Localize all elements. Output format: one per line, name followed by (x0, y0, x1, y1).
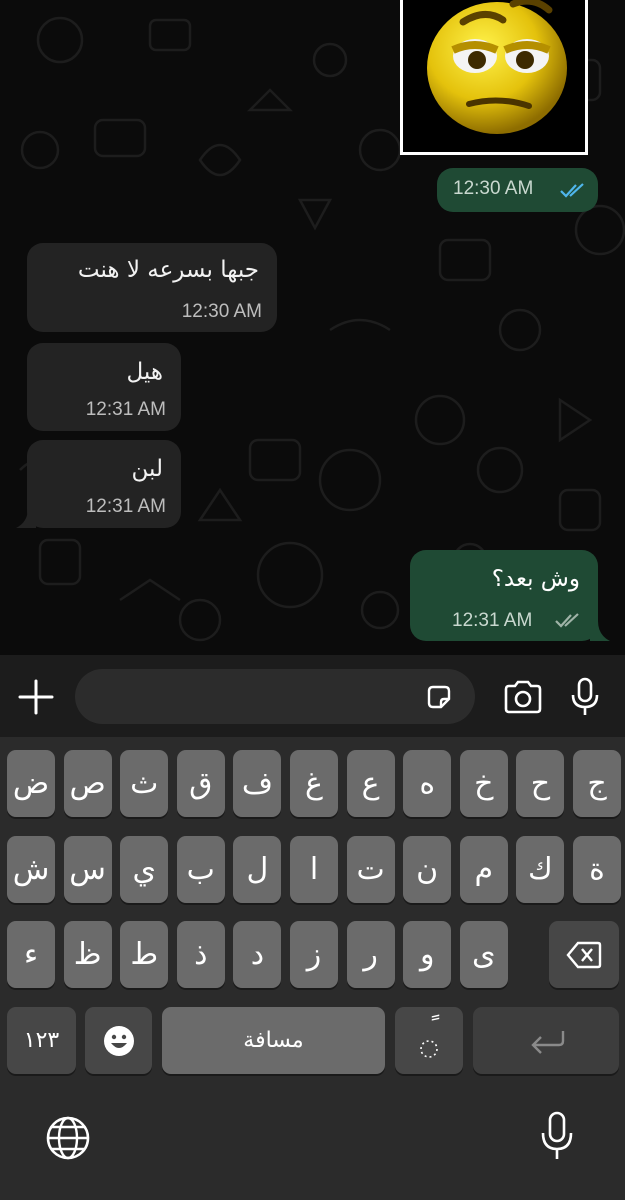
tanween-key-dotted-circle (420, 1039, 438, 1058)
key[interactable]: و (403, 921, 452, 988)
message-text: جبها بسرعه لا هنت (77, 257, 259, 283)
key[interactable]: ت (346, 836, 395, 903)
key[interactable]: ب (176, 836, 225, 903)
key[interactable]: ا (290, 836, 338, 903)
arabic-keyboard: ضصثقفغعهخحج شسيبلاتنمكة ءظطذدزروى ١٢٣ مس… (0, 737, 625, 1200)
key[interactable]: ح (516, 750, 565, 817)
space-key-label: مسافة (243, 1028, 304, 1053)
key[interactable]: خ (459, 750, 508, 817)
emoji-key[interactable] (85, 1007, 152, 1074)
key[interactable]: س (63, 836, 112, 903)
numbers-key[interactable]: ١٢٣ (7, 1007, 76, 1074)
plus-icon[interactable] (18, 679, 54, 715)
message-input-bar (0, 655, 625, 737)
message-time: 12:30 AM (181, 301, 262, 322)
key[interactable]: ة (573, 836, 621, 903)
key[interactable]: ي (120, 836, 169, 903)
key[interactable]: ء (7, 921, 55, 988)
key[interactable]: ه (403, 750, 452, 817)
message-time: 12:30 AM (453, 178, 534, 199)
key[interactable]: ن (403, 836, 452, 903)
message-text: وش بعد؟ (491, 566, 580, 592)
space-key[interactable]: مسافة (162, 1007, 385, 1074)
incoming-message[interactable]: هيل 12:31 AM (27, 343, 181, 431)
chat-area[interactable]: 12:30 AM جبها بسرعه لا هنت 12:30 AM هيل … (0, 0, 625, 655)
backspace-key[interactable] (549, 921, 619, 988)
emoji-icon (103, 1025, 134, 1056)
incoming-message[interactable]: لبن 12:31 AM (27, 440, 181, 528)
tanween-key[interactable]: ً (395, 1007, 463, 1074)
return-icon (531, 1030, 565, 1054)
key[interactable]: ع (346, 750, 395, 817)
key[interactable]: ر (346, 921, 395, 988)
message-time: 12:31 AM (452, 610, 533, 631)
message-text-field[interactable] (75, 669, 475, 724)
return-key[interactable] (473, 1007, 619, 1074)
sticker-icon[interactable] (425, 683, 453, 711)
delivered-receipt-icon (555, 613, 579, 628)
read-receipt-icon (560, 183, 584, 198)
incoming-message[interactable]: جبها بسرعه لا هنت 12:30 AM (27, 243, 277, 332)
message-time: 12:31 AM (85, 496, 166, 517)
key[interactable]: غ (290, 750, 338, 817)
outgoing-message[interactable]: وش بعد؟ 12:31 AM (410, 550, 598, 641)
camera-icon[interactable] (503, 680, 543, 714)
numbers-key-label: ١٢٣ (23, 1028, 60, 1053)
key[interactable]: ك (516, 836, 565, 903)
microphone-icon[interactable] (570, 677, 600, 717)
key[interactable]: ش (7, 836, 55, 903)
key[interactable]: ط (120, 921, 169, 988)
key[interactable]: ذ (176, 921, 225, 988)
bubble-tail (590, 621, 610, 641)
key[interactable]: ج (573, 750, 621, 817)
key[interactable]: م (459, 836, 508, 903)
image-message[interactable] (400, 0, 588, 155)
message-text: هيل (126, 359, 164, 385)
key[interactable]: ث (120, 750, 169, 817)
key[interactable]: ل (233, 836, 282, 903)
image-message-time-bubble: 12:30 AM (437, 168, 598, 212)
key[interactable]: ف (233, 750, 282, 817)
key[interactable]: ض (7, 750, 55, 817)
key[interactable]: ص (63, 750, 112, 817)
dictation-mic-icon[interactable] (540, 1111, 574, 1161)
key[interactable]: د (233, 921, 282, 988)
globe-icon[interactable] (45, 1115, 91, 1161)
key[interactable]: ى (459, 921, 508, 988)
bubble-tail (16, 508, 36, 528)
confused-emoji-sticker (427, 0, 567, 134)
key[interactable]: ز (290, 921, 338, 988)
key[interactable]: ق (176, 750, 225, 817)
message-time: 12:31 AM (85, 399, 166, 420)
message-text: لبن (131, 456, 163, 482)
key[interactable]: ظ (63, 921, 112, 988)
backspace-icon (566, 941, 602, 968)
